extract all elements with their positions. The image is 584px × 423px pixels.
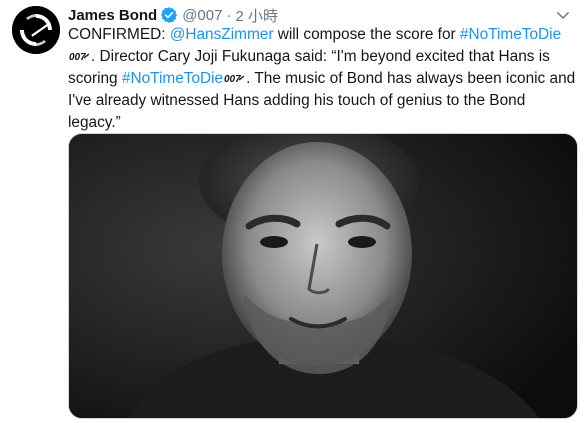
hashtag-link[interactable]: #NoTimeToDie (122, 70, 223, 87)
text-segment: CONFIRMED: (68, 26, 170, 43)
svg-text:007: 007 (69, 52, 86, 62)
chevron-down-icon[interactable] (554, 6, 572, 24)
separator-dot: · (226, 6, 232, 24)
hashtag-link[interactable]: #NoTimeToDie (460, 26, 561, 43)
verified-badge-icon (161, 7, 178, 23)
tweet-photo[interactable] (68, 133, 578, 419)
007-hashflag-icon: 007 (224, 74, 245, 84)
007-hashflag-icon: 007 (69, 52, 89, 62)
avatar[interactable] (12, 6, 60, 54)
text-segment: will compose the score for (273, 26, 460, 43)
tweet-text: CONFIRMED: @HansZimmer will compose the … (68, 24, 576, 134)
portrait-photo (69, 134, 577, 418)
svg-text:007: 007 (224, 74, 241, 84)
timestamp[interactable]: 2 小時 (235, 5, 278, 26)
handle[interactable]: @007 (182, 7, 222, 24)
mention-link[interactable]: @HansZimmer (170, 26, 274, 43)
007-logo-icon (12, 6, 60, 54)
tweet-header: James Bond @007 · 2 小時 (68, 4, 278, 26)
display-name[interactable]: James Bond (68, 7, 157, 24)
